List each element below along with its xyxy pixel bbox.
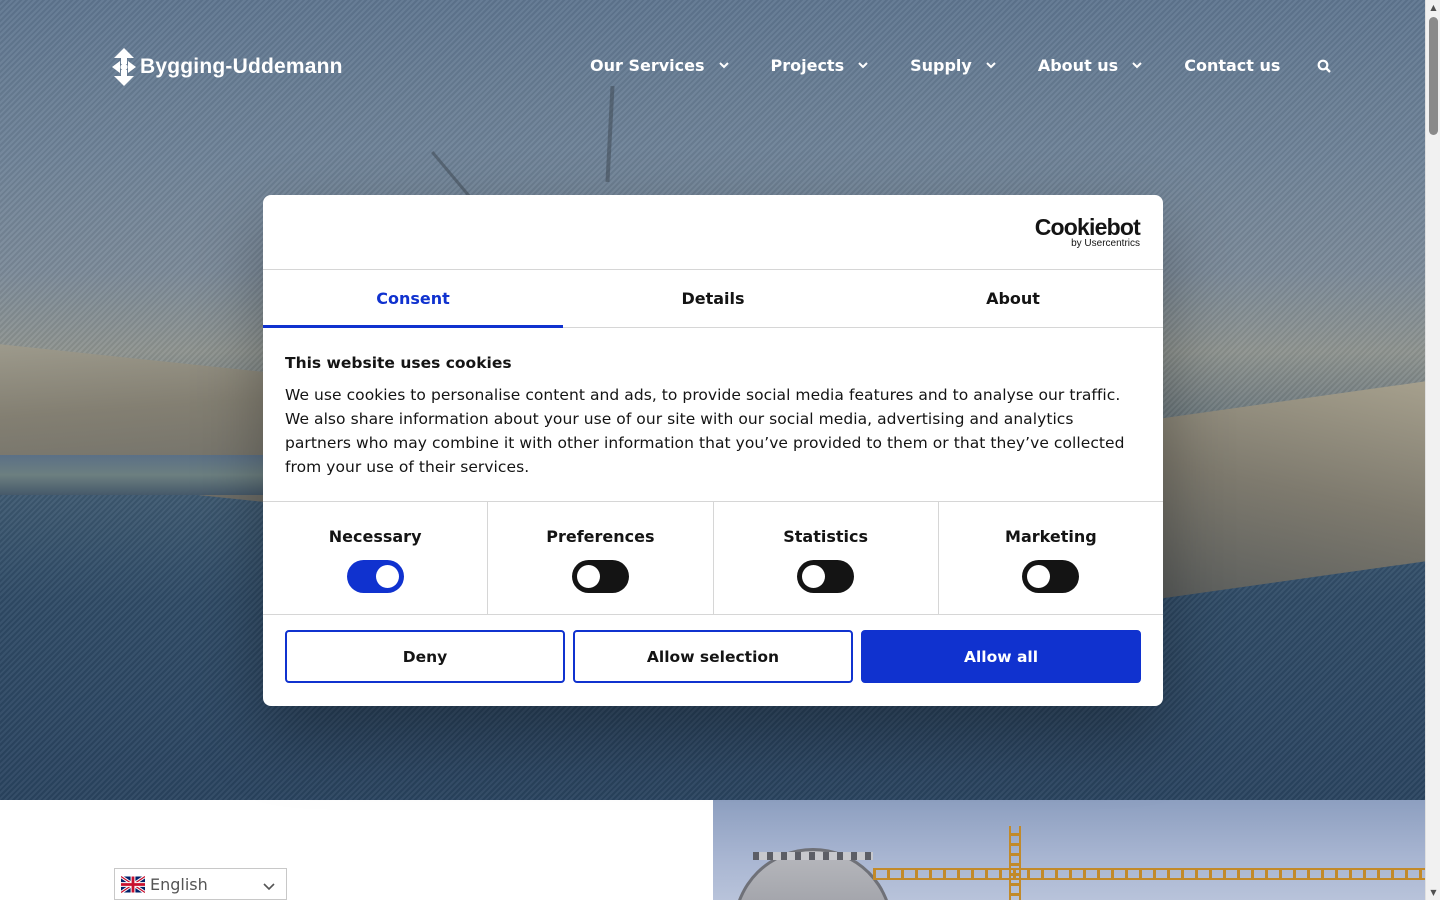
category-marketing: Marketing [939,502,1163,614]
cookie-consent-dialog: Cookiebot by Usercentrics Consent Detail… [263,195,1163,706]
brand-name: Bygging-Uddemann [140,55,343,78]
nav-item-our-services[interactable]: Our Services [590,56,731,75]
crane-photo [713,800,1425,900]
marketing-toggle[interactable] [1022,560,1080,593]
toggle-knob [802,565,826,588]
hero-pier [0,455,270,495]
dialog-description: We use cookies to personalise content an… [285,386,1125,476]
nav-item-label: Supply [910,56,972,75]
logo-arrows-icon [112,48,136,86]
dialog-title: This website uses cookies [285,354,512,372]
tab-consent[interactable]: Consent [263,270,563,328]
chevron-down-icon [984,59,998,73]
uk-flag-icon [120,874,146,894]
allow-selection-button[interactable]: Allow selection [573,630,853,683]
nav-item-label: Projects [770,56,845,75]
scroll-thumb[interactable] [1429,17,1438,135]
category-label: Statistics [783,527,868,546]
language-selector[interactable]: English [114,868,287,900]
cookiebot-logo-text: Cookiebot [1034,214,1141,240]
chevron-down-icon [1130,59,1144,73]
toggle-knob [576,565,600,588]
tab-about[interactable]: About [863,270,1163,327]
scroll-up-arrow-icon[interactable]: ▲ [1426,0,1440,15]
nav-item-supply[interactable]: Supply [910,56,998,75]
nav-item-label: Contact us [1184,56,1281,75]
hero-land-right [1160,381,1425,599]
category-necessary: Necessary [263,502,489,614]
dialog-tabs: Consent Details About [263,270,1163,328]
nav-item-about-us[interactable]: About us [1038,56,1144,75]
tab-details[interactable]: Details [563,270,863,327]
dialog-buttons: Deny Allow selection Allow all [263,615,1163,683]
allow-all-button[interactable]: Allow all [861,630,1141,683]
statistics-toggle[interactable] [797,560,855,593]
main-nav: Our Services Projects Supply About us Co… [590,56,1333,75]
cookiebot-logo[interactable]: Cookiebot by Usercentrics [1034,214,1141,249]
site-logo[interactable]: Bygging-Uddemann [112,48,343,86]
category-preferences: Preferences [488,502,714,614]
chevron-down-icon [856,59,870,73]
category-label: Preferences [546,527,655,546]
nav-item-projects[interactable]: Projects [771,56,871,75]
dialog-body: This website uses cookies We use cookies… [263,328,1163,502]
preferences-toggle[interactable] [571,560,629,593]
necessary-toggle[interactable] [346,560,404,593]
search-icon[interactable] [1315,57,1333,75]
toggle-knob [1027,565,1051,588]
dialog-header: Cookiebot by Usercentrics [263,195,1163,270]
photo-tower-windows [753,852,873,860]
category-label: Necessary [328,527,422,546]
photo-crane-jib [873,868,1425,880]
toggle-knob [375,565,399,588]
nav-item-contact-us[interactable]: Contact us [1184,56,1280,75]
nav-item-label: Our Services [590,56,705,75]
category-label: Marketing [1005,527,1097,546]
scroll-down-arrow-icon[interactable]: ▼ [1426,885,1440,900]
chevron-down-icon [262,878,276,892]
deny-button[interactable]: Deny [285,630,565,683]
chevron-down-icon [717,59,731,73]
nav-item-label: About us [1037,56,1119,75]
category-statistics: Statistics [714,502,939,614]
photo-crane-mast [1009,826,1021,900]
page-scrollbar[interactable]: ▲ ▼ [1425,0,1440,900]
cookie-categories: Necessary Preferences Statistics Marketi… [263,502,1163,615]
language-label: English [150,874,208,894]
